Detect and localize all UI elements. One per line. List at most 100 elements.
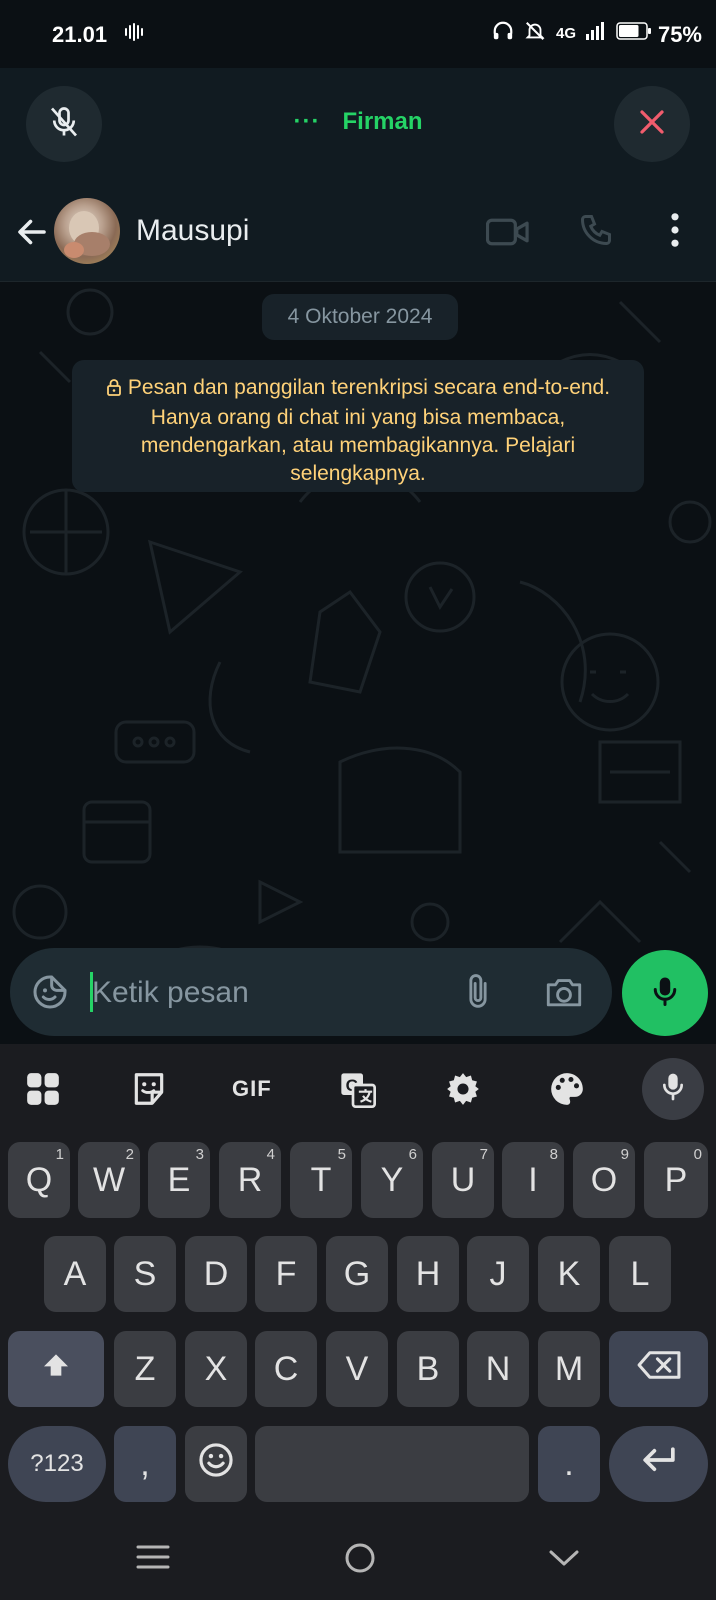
home-icon[interactable] — [344, 1542, 376, 1579]
contact-name[interactable]: Mausupi — [136, 214, 249, 248]
date-chip: 4 Oktober 2024 — [262, 294, 458, 340]
recents-icon[interactable] — [136, 1544, 170, 1575]
vibrate-icon — [124, 22, 144, 47]
key-h[interactable]: H — [397, 1236, 459, 1312]
translate-icon[interactable]: G — [338, 1070, 378, 1115]
key-hint: 1 — [55, 1146, 64, 1163]
back-icon[interactable] — [548, 1548, 580, 1573]
key-g[interactable]: G — [326, 1236, 388, 1312]
key-y[interactable]: Y6 — [361, 1142, 423, 1218]
key-m[interactable]: M — [538, 1331, 600, 1407]
key-u[interactable]: U7 — [432, 1142, 494, 1218]
voice-record-button[interactable] — [622, 950, 708, 1036]
key-j[interactable]: J — [467, 1236, 529, 1312]
encryption-notice[interactable]: Pesan dan panggilan terenkripsi secara e… — [72, 360, 644, 492]
caller-name[interactable]: ··· Firman — [0, 108, 716, 136]
palette-icon[interactable] — [548, 1070, 586, 1113]
emoji-key[interactable] — [185, 1426, 247, 1502]
battery-icon — [616, 21, 652, 46]
encryption-notice-text: Pesan dan panggilan terenkripsi secara e… — [127, 376, 611, 485]
headphones-icon — [492, 20, 514, 47]
key-label: R — [237, 1160, 263, 1199]
video-call-icon[interactable] — [485, 214, 530, 255]
key-hint: 6 — [408, 1146, 417, 1163]
key-b[interactable]: B — [397, 1331, 459, 1407]
sticker-icon[interactable] — [30, 972, 70, 1017]
shift-key[interactable] — [8, 1331, 104, 1407]
end-call-button[interactable] — [614, 86, 690, 162]
more-vert-icon[interactable] — [668, 212, 682, 253]
close-icon — [637, 107, 667, 142]
key-k[interactable]: K — [538, 1236, 600, 1312]
mic-icon — [647, 973, 683, 1014]
key-o[interactable]: O9 — [573, 1142, 635, 1218]
key-v[interactable]: V — [326, 1331, 388, 1407]
key-l[interactable]: L — [609, 1236, 671, 1312]
key-n[interactable]: N — [467, 1331, 529, 1407]
status-bar: 21.01 4G 75% — [0, 0, 716, 68]
key-hint: 3 — [195, 1146, 204, 1163]
back-arrow-icon[interactable] — [14, 214, 50, 255]
attach-icon[interactable] — [462, 972, 494, 1017]
lock-icon — [106, 376, 122, 404]
gif-icon[interactable]: GIF — [232, 1076, 272, 1102]
battery-percent: 75% — [657, 22, 702, 47]
keyboard-toolbar: GIF G — [0, 1044, 716, 1140]
comma-key[interactable]: , — [114, 1426, 176, 1502]
key-a[interactable]: A — [44, 1236, 106, 1312]
message-composer[interactable]: Ketik pesan — [10, 948, 612, 1036]
avatar[interactable] — [54, 198, 120, 264]
key-hint: 4 — [266, 1146, 275, 1163]
key-z[interactable]: Z — [114, 1331, 176, 1407]
backspace-key[interactable] — [609, 1331, 708, 1407]
call-status-dots: ··· — [293, 108, 321, 135]
caller-name-label: Firman — [342, 108, 423, 135]
key-label: Y — [380, 1160, 404, 1199]
backspace-icon — [636, 1349, 682, 1390]
key-e[interactable]: E3 — [148, 1142, 210, 1218]
key-p[interactable]: P0 — [644, 1142, 708, 1218]
key-hint: 2 — [125, 1146, 134, 1163]
enter-icon — [639, 1444, 679, 1485]
voice-call-icon[interactable] — [578, 212, 614, 253]
key-q[interactable]: Q1 — [8, 1142, 70, 1218]
ongoing-call-bar[interactable]: ··· Firman — [0, 68, 716, 180]
symbols-key[interactable]: ?123 — [8, 1426, 106, 1502]
key-c[interactable]: C — [255, 1331, 317, 1407]
space-key[interactable] — [255, 1426, 529, 1502]
key-label: W — [92, 1160, 126, 1199]
shift-icon — [40, 1349, 72, 1390]
key-t[interactable]: T5 — [290, 1142, 352, 1218]
key-r[interactable]: R4 — [219, 1142, 281, 1218]
period-key[interactable]: . — [538, 1426, 600, 1502]
key-hint: 5 — [337, 1146, 346, 1163]
apps-grid-icon[interactable] — [24, 1070, 62, 1113]
key-hint: 9 — [620, 1146, 629, 1163]
key-x[interactable]: X — [185, 1331, 247, 1407]
key-label: P — [664, 1160, 688, 1199]
system-nav-bar — [0, 1512, 716, 1600]
key-f[interactable]: F — [255, 1236, 317, 1312]
notifications-off-icon — [524, 20, 546, 47]
key-hint: 7 — [479, 1146, 488, 1163]
key-d[interactable]: D — [185, 1236, 247, 1312]
key-label: T — [310, 1160, 332, 1199]
chat-area[interactable]: 4 Oktober 2024 Pesan dan panggilan teren… — [0, 282, 716, 1042]
settings-icon[interactable] — [444, 1070, 482, 1113]
signal-icon — [586, 21, 606, 46]
status-time: 21.01 — [52, 22, 108, 47]
key-w[interactable]: W2 — [78, 1142, 140, 1218]
message-input[interactable]: Ketik pesan — [92, 976, 249, 1010]
camera-icon[interactable] — [544, 974, 584, 1015]
key-label: U — [450, 1160, 476, 1199]
key-label: E — [167, 1160, 191, 1199]
sticker-icon[interactable] — [130, 1070, 168, 1113]
key-hint: 0 — [693, 1146, 702, 1163]
emoji-icon — [197, 1441, 235, 1488]
chat-header: Mausupi — [0, 180, 716, 282]
key-i[interactable]: I8 — [502, 1142, 564, 1218]
keyboard-voice-button[interactable] — [642, 1058, 704, 1120]
key-s[interactable]: S — [114, 1236, 176, 1312]
key-label: Q — [25, 1160, 53, 1199]
enter-key[interactable] — [609, 1426, 708, 1502]
